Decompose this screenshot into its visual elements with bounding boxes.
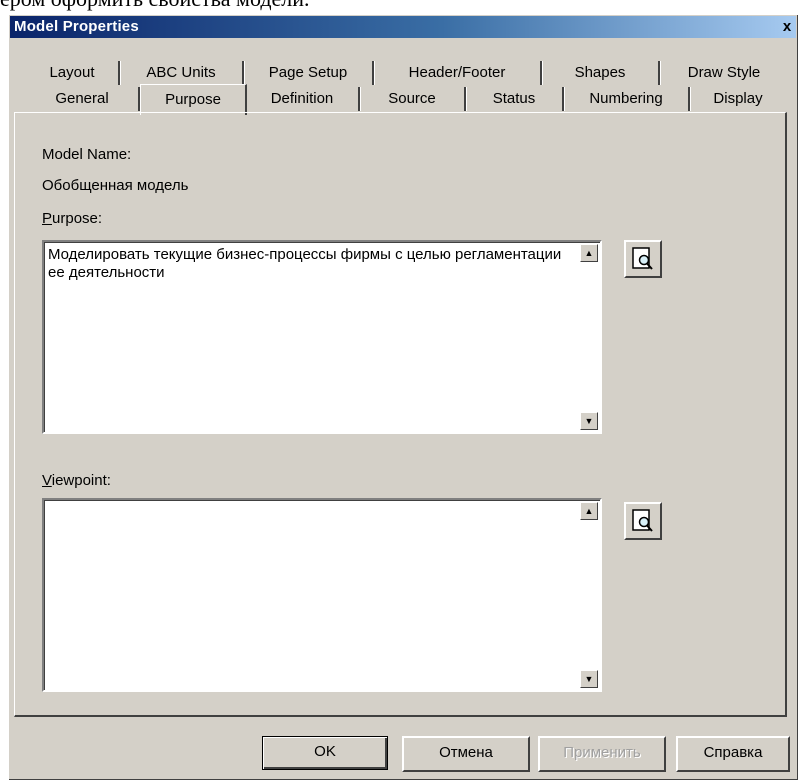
scroll-up-arrow-icon[interactable]: ▲ [580, 502, 598, 520]
tab-label: Source [388, 90, 436, 107]
title-bar[interactable]: Model Properties x [10, 16, 796, 38]
tab-abc-units[interactable]: ABC Units [120, 61, 244, 85]
viewpoint-browse-button[interactable] [624, 502, 662, 540]
tab-general[interactable]: General [26, 87, 140, 111]
dialog-title: Model Properties [14, 18, 139, 35]
tab-display[interactable]: Display [690, 87, 786, 111]
purpose-text: Моделировать текущие бизнес-процессы фир… [48, 246, 562, 281]
tab-label: Purpose [165, 91, 221, 108]
tab-shapes[interactable]: Shapes [542, 61, 660, 85]
tab-label: ABC Units [146, 64, 216, 81]
purpose-label-text: urpose: [52, 210, 103, 227]
viewpoint-label-mnemonic: V [42, 472, 52, 489]
scroll-up-arrow-icon[interactable]: ▲ [580, 244, 598, 262]
model-name-label: Model Name: [42, 146, 132, 163]
close-button[interactable]: x [778, 18, 796, 36]
tab-label: Layout [49, 64, 95, 81]
help-button[interactable]: Справка [676, 736, 790, 772]
model-name-value: Обобщенная модель [42, 177, 189, 194]
tab-layout[interactable]: Layout [26, 61, 120, 85]
tab-status[interactable]: Status [466, 87, 564, 111]
tab-draw-style[interactable]: Draw Style [660, 61, 788, 85]
tab-numbering[interactable]: Numbering [564, 87, 690, 111]
tab-purpose[interactable]: Purpose [140, 84, 247, 115]
tab-label: Status [492, 90, 536, 107]
purpose-label: Purpose: [42, 210, 102, 227]
tab-label: General [55, 90, 109, 107]
tab-label: Numbering [589, 90, 663, 107]
scroll-down-arrow-icon[interactable]: ▼ [580, 670, 598, 688]
tab-label: Shapes [574, 64, 626, 81]
magnifier-document-icon [632, 509, 653, 532]
apply-button[interactable]: Применить [538, 736, 666, 772]
viewpoint-textarea[interactable]: ▲ ▼ [42, 498, 602, 692]
purpose-textarea[interactable]: Моделировать текущие бизнес-процессы фир… [42, 240, 602, 434]
viewpoint-label: Viewpoint: [42, 472, 111, 489]
purpose-browse-button[interactable] [624, 240, 662, 278]
tab-label: Draw Style [687, 64, 761, 81]
tab-label: Display [713, 90, 763, 107]
cancel-button[interactable]: Отмена [402, 736, 530, 772]
tab-source[interactable]: Source [360, 87, 466, 111]
magnifier-document-icon [632, 247, 653, 270]
tab-definition[interactable]: Definition [246, 87, 360, 111]
scroll-down-arrow-icon[interactable]: ▼ [580, 412, 598, 430]
page-caption: ером оформить свойства модели. [0, 0, 798, 12]
tab-label: Page Setup [268, 64, 348, 81]
purpose-label-mnemonic: P [42, 210, 53, 227]
tab-page-setup[interactable]: Page Setup [244, 61, 374, 85]
tab-label: Header/Footer [408, 64, 506, 81]
viewpoint-label-text: iewpoint: [51, 472, 111, 489]
tab-header-footer[interactable]: Header/Footer [374, 61, 542, 85]
tab-label: Definition [270, 90, 334, 107]
ok-button[interactable]: OK [262, 736, 388, 770]
